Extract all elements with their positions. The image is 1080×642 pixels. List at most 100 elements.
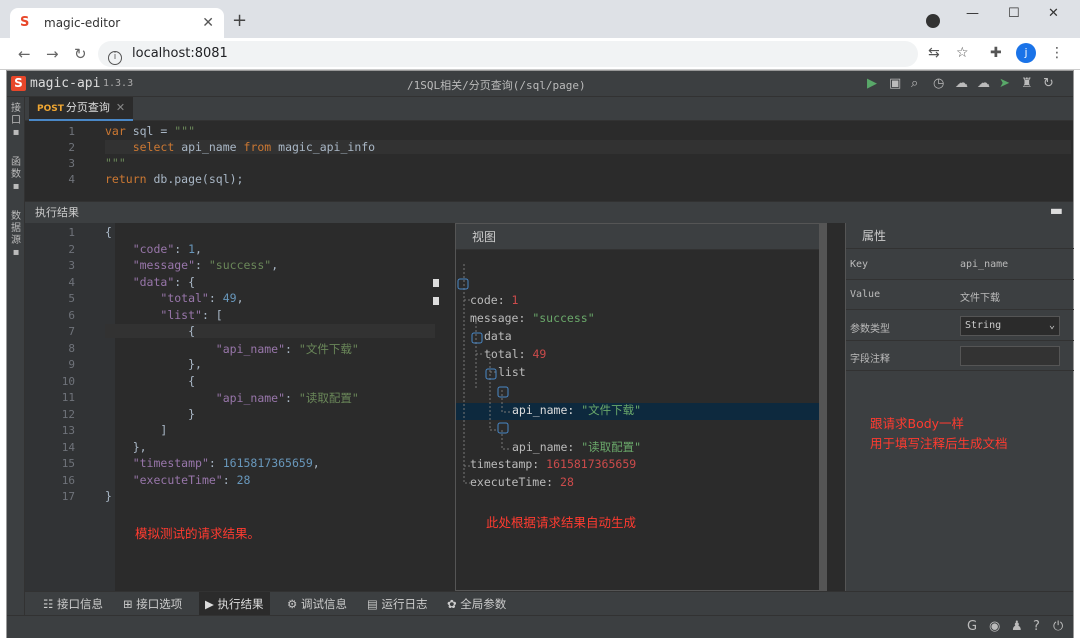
tab-global-params[interactable]: ✿ 全局参数	[443, 592, 510, 616]
line-number: 16	[61, 473, 75, 487]
tree-value: 28	[560, 475, 574, 489]
info-icon: ☷	[43, 597, 57, 611]
translate-icon[interactable]: ⇆	[928, 45, 940, 61]
tree-node-code[interactable]: code: 1	[470, 293, 518, 307]
close-icon[interactable]: ✕	[116, 101, 125, 114]
tab-label: 运行日志	[381, 597, 428, 611]
prop-row-key: Key api_name	[846, 250, 1074, 280]
search-icon[interactable]: ⌕	[911, 76, 918, 91]
app-version: 1.3.3	[103, 78, 134, 89]
prop-value: 文件下载	[960, 293, 1000, 304]
tab-debug-info[interactable]: ⚙ 调试信息	[283, 592, 351, 616]
view-tree[interactable]: code: 1 message: "success" data total: 4…	[456, 250, 822, 590]
editor-tab[interactable]: POST 分页查询 ✕	[29, 97, 134, 121]
properties-pane: 属性 Key api_name Value 文件下载 参数类型 String ⌄ 字段注…	[845, 223, 1074, 591]
tab-api-options[interactable]: ⊞ 接口选项	[119, 592, 186, 616]
result-json-pane[interactable]: 1 2 3 4 5 6 7 8 9 10 11 12 13 14 15 16 1…	[25, 223, 439, 591]
github-icon[interactable]: ◉	[989, 619, 1000, 634]
props-annotation-2: 用于填写注释后生成文档	[870, 436, 1008, 451]
line-number: 3	[68, 259, 75, 272]
close-window-icon[interactable]: ✕	[1048, 6, 1059, 21]
remark-input[interactable]	[960, 346, 1060, 366]
back-icon[interactable]: ←	[18, 45, 31, 63]
result-annotation: 模拟测试的请求结果。	[135, 526, 261, 541]
code-editor[interactable]: 1 2 3 4 var sql = """ select api_name fr…	[25, 121, 1073, 201]
extensions-icon[interactable]: ✚	[990, 45, 1002, 61]
view-pane: 视图 code: 1 message: "success" data total…	[455, 223, 827, 591]
minimize-panel-icon[interactable]: ▬	[1050, 201, 1063, 222]
tab-label: 全局参数	[460, 597, 507, 611]
prop-value: api_name	[960, 259, 1009, 270]
line-number: 7	[68, 325, 75, 338]
app-name: magic-api	[30, 76, 101, 91]
media-control-icon[interactable]	[926, 14, 940, 28]
browser-tab-title: magic-editor	[44, 16, 121, 30]
skin-icon[interactable]: ♜	[1021, 76, 1033, 91]
method-badge: POST	[37, 104, 64, 114]
gitee-icon[interactable]: G	[967, 619, 977, 634]
tab-run-log[interactable]: ▤ 运行日志	[363, 592, 432, 616]
bottom-tabs: ☷ 接口信息 ⊞ 接口选项 ▶ 执行结果 ⚙ 调试信息 ▤ 运行日志 ✿ 全局参…	[25, 591, 1073, 616]
sidebar-item-function[interactable]: 函数 ▪	[10, 157, 22, 193]
tree-node-total[interactable]: total: 49	[484, 347, 546, 361]
sidebar-item-datasource[interactable]: 数据源 ▪	[10, 211, 22, 259]
close-tab-icon[interactable]: ✕	[202, 15, 214, 31]
tree-node-executetime[interactable]: executeTime: 28	[470, 475, 574, 489]
bookmark-star-icon[interactable]: ☆	[956, 45, 969, 61]
maximize-window-icon[interactable]: ☐	[1008, 6, 1020, 21]
upload-icon[interactable]: ☁	[955, 76, 968, 91]
chevron-down-icon: ⌄	[1048, 320, 1055, 331]
tree-node-message[interactable]: message: "success"	[470, 311, 595, 325]
prop-label: 参数类型	[850, 324, 890, 335]
forward-icon[interactable]: →	[46, 45, 59, 63]
history-icon[interactable]: ◷	[933, 76, 944, 91]
refresh-icon[interactable]: ↻	[1043, 76, 1054, 91]
sidebar-item-api[interactable]: 接口 ▪	[10, 103, 22, 139]
tree-node-list[interactable]: list	[498, 365, 526, 379]
options-icon: ⊞	[123, 597, 137, 611]
help-icon[interactable]: ?	[1033, 619, 1040, 634]
view-pane-title: 视图	[456, 224, 826, 250]
line-number: 12	[61, 407, 75, 421]
power-icon[interactable]: ⏻	[1053, 619, 1063, 634]
line-number: 8	[68, 341, 75, 355]
json-line: "data": {	[132, 274, 196, 289]
run-icon[interactable]: ▶	[867, 76, 877, 91]
profile-avatar[interactable]: j	[1016, 43, 1036, 63]
tree-node-item2[interactable]: api_name: "读取配置"	[512, 439, 641, 455]
param-type-select[interactable]: String ⌄	[960, 316, 1060, 336]
download-icon[interactable]: ☁	[977, 76, 990, 91]
tab-execute-result[interactable]: ▶ 执行结果	[199, 592, 270, 616]
code-line: """	[105, 156, 126, 170]
json-line: "api_name": "文件下载"	[215, 341, 359, 356]
json-line: "total": 49,	[160, 291, 244, 305]
minimize-window-icon[interactable]: —	[966, 6, 979, 21]
url-input[interactable]: i localhost:8081	[98, 41, 918, 67]
browser-tab[interactable]: S magic-editor ✕	[10, 8, 224, 38]
tree-node-timestamp[interactable]: timestamp: 1615817365659	[470, 457, 636, 471]
tree-node-data[interactable]: data	[484, 329, 512, 343]
reload-icon[interactable]: ↻	[74, 45, 87, 63]
qq-icon[interactable]: ♟	[1011, 619, 1023, 634]
tree-node-item1[interactable]: api_name: "文件下载"	[512, 402, 641, 418]
json-line: "message": "success",	[132, 258, 279, 272]
log-icon: ▤	[367, 597, 382, 611]
tree-value: 1615817365659	[546, 457, 637, 471]
tab-api-info[interactable]: ☷ 接口信息	[39, 592, 107, 616]
folder-icon: ▪	[12, 247, 20, 258]
line-number: 5	[68, 292, 75, 305]
status-bar: G ◉ ♟ ? ⏻	[7, 615, 1073, 638]
push-icon[interactable]: ➤	[999, 76, 1010, 91]
folder-icon: ▪	[12, 127, 20, 138]
view-scrollbar[interactable]	[819, 223, 827, 591]
new-tab-icon[interactable]: +	[232, 10, 247, 31]
tab-label: 接口选项	[136, 597, 183, 611]
line-number: 6	[68, 308, 75, 322]
properties-title: 属性	[846, 223, 1074, 249]
json-line: }	[105, 489, 112, 503]
site-info-icon[interactable]: i	[108, 51, 122, 65]
select-value: String	[965, 320, 1002, 331]
save-icon[interactable]: ▣	[889, 76, 901, 91]
sidebar-item-label: 接口	[11, 103, 21, 126]
browser-menu-icon[interactable]: ⋮	[1050, 45, 1064, 61]
